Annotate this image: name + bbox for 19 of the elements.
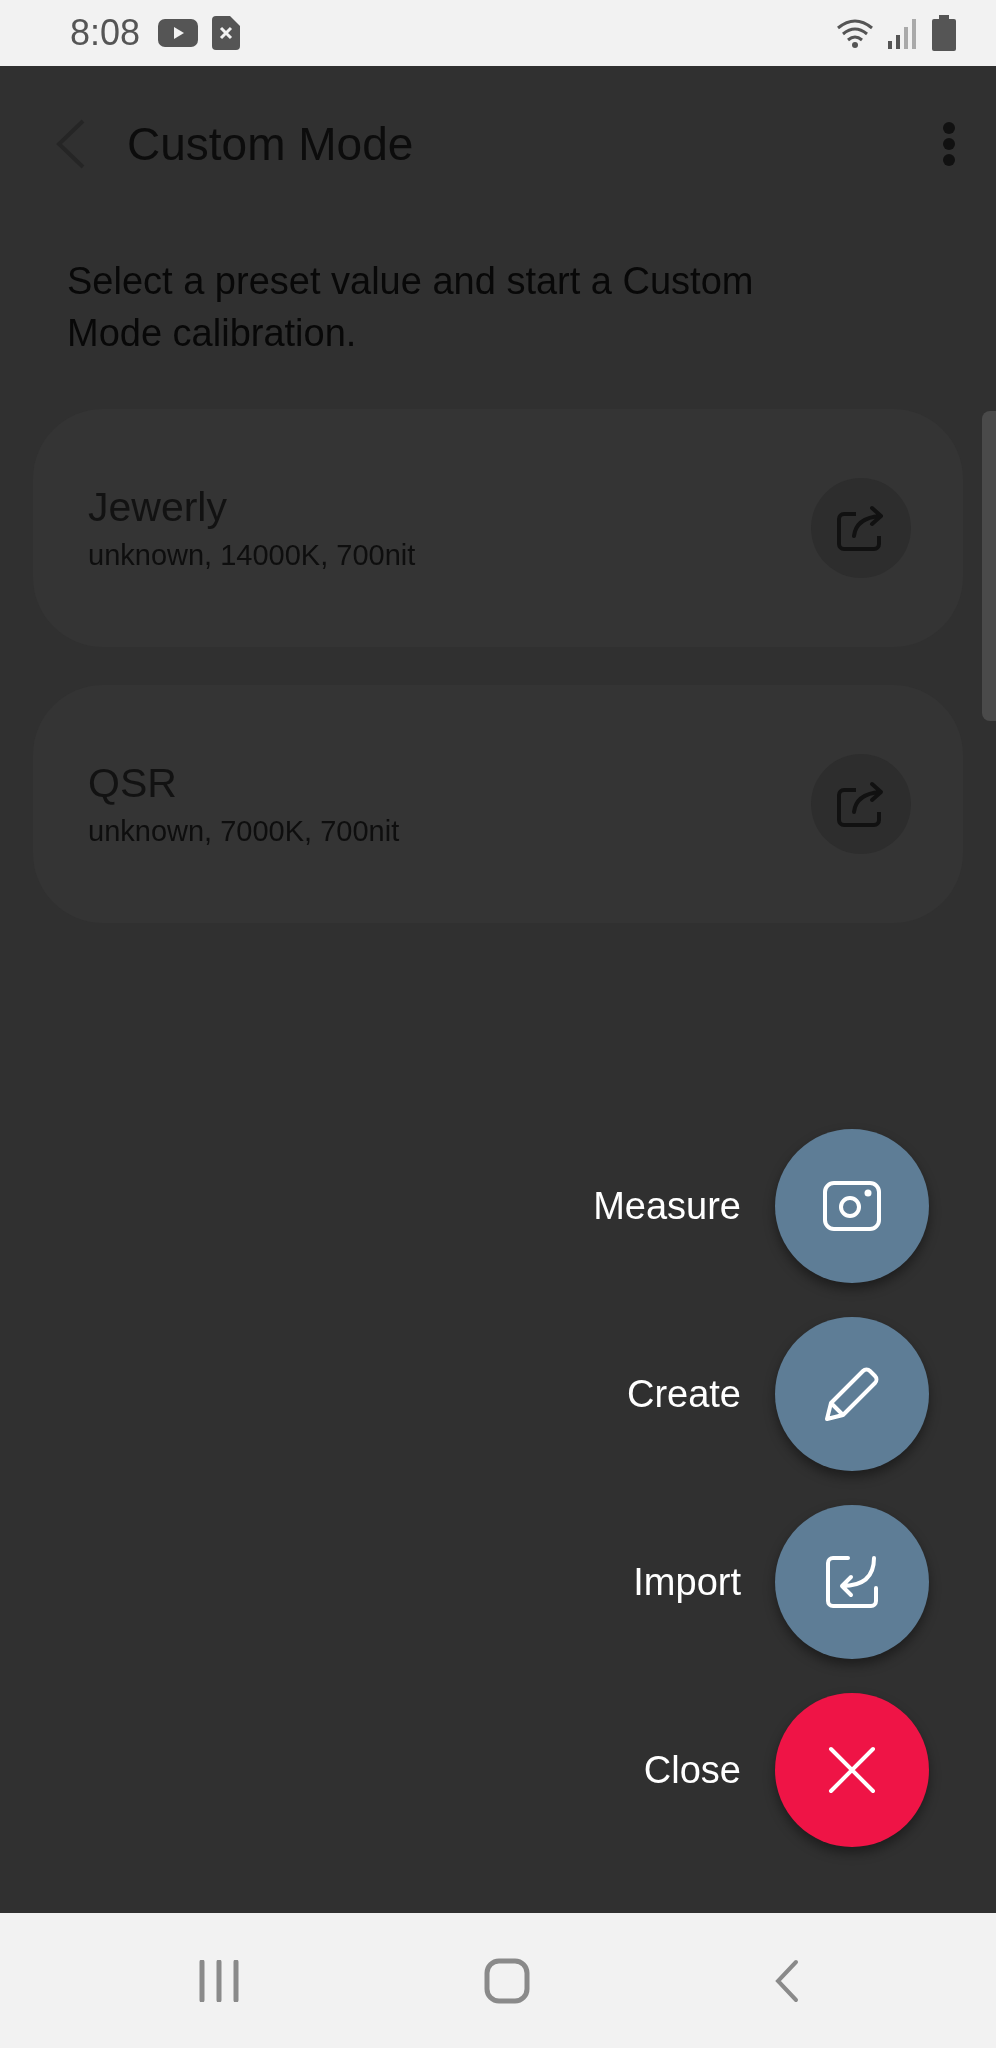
play-icon	[158, 19, 199, 47]
sim-card-icon	[212, 16, 241, 50]
camera-icon	[822, 1180, 882, 1232]
battery-icon	[932, 15, 956, 51]
action-label: Create	[626, 1372, 741, 1416]
recent-apps-icon[interactable]	[198, 1959, 240, 2002]
close-icon	[828, 1746, 876, 1794]
home-icon[interactable]	[484, 1957, 530, 2004]
action-label: Measure	[593, 1184, 741, 1228]
wifi-icon	[836, 18, 874, 48]
share-icon	[836, 504, 886, 552]
back-icon[interactable]	[774, 1958, 800, 2003]
share-icon	[836, 780, 886, 828]
status-time: 8:08	[70, 12, 141, 54]
signal-icon	[888, 17, 918, 49]
action-label: Close	[643, 1748, 741, 1792]
pencil-icon	[823, 1365, 881, 1423]
import-icon	[824, 1554, 880, 1610]
action-label: Import	[633, 1560, 741, 1604]
